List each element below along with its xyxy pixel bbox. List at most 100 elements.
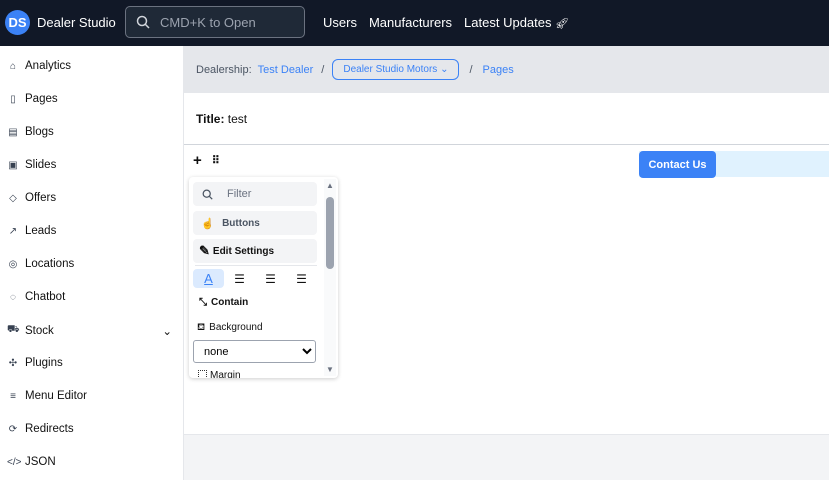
- sidebar-item-label: Analytics: [25, 60, 72, 72]
- drag-handle[interactable]: ⠿: [212, 154, 220, 169]
- sidebar-item-label: Redirects: [25, 423, 74, 435]
- puzzle-icon: ✣: [8, 357, 18, 369]
- sidebar-item-label: Locations: [25, 258, 75, 270]
- top-bar: DS Dealer Studio CMD+K to Open Users Man…: [0, 0, 829, 46]
- sidebar-item-blogs[interactable]: ▤ Blogs: [7, 126, 172, 138]
- sidebar-item-slides[interactable]: ▣ Slides: [7, 159, 172, 171]
- sidebar-item-menu-editor[interactable]: ≡ Menu Editor: [7, 390, 172, 402]
- sidebar-item-stock[interactable]: ⛟ Stock ⌄: [7, 324, 172, 338]
- align-left-button[interactable]: ☰: [224, 269, 255, 288]
- rocket-icon: 🚀︎: [555, 18, 570, 30]
- chat-icon: ◌: [10, 291, 16, 303]
- background-select[interactable]: none: [193, 340, 316, 363]
- text-color-button[interactable]: A: [193, 269, 224, 288]
- file-icon: ▯: [10, 93, 16, 105]
- breadcrumb: Dealership: Test Dealer / Dealer Studio …: [184, 46, 829, 93]
- contain-label: Contain: [211, 297, 249, 308]
- sidebar-item-label: Menu Editor: [25, 390, 88, 402]
- margin-label: Margin: [210, 370, 241, 378]
- site-selector[interactable]: Dealer Studio Motors ⌄: [332, 59, 460, 80]
- nav-latest-updates-label: Latest Updates: [464, 15, 552, 30]
- search-placeholder: CMD+K to Open: [160, 14, 256, 30]
- contain-toggle[interactable]: ⤡ Contain: [199, 297, 248, 308]
- block-settings-panel: Filter ☝ Buttons ✎ Edit Settings A ☰ ☰ ☰…: [189, 177, 338, 378]
- edit-settings-button[interactable]: ✎ Edit Settings: [193, 239, 317, 263]
- title-value[interactable]: test: [228, 112, 247, 126]
- chevron-down-icon: ⌄: [440, 64, 449, 75]
- breadcrumb-separator: /: [469, 63, 473, 76]
- sidebar-item-pages[interactable]: ▯ Pages: [7, 93, 172, 105]
- pin-icon: ◎: [8, 258, 18, 270]
- breadcrumb-label: Dealership:: [196, 63, 252, 76]
- sidebar-item-label: Chatbot: [25, 291, 66, 303]
- page-title-row: Title: test: [184, 93, 829, 145]
- code-icon: </>: [7, 456, 22, 468]
- align-right-icon: ☰: [296, 271, 307, 286]
- sidebar-item-label: Stock: [25, 324, 54, 337]
- sidebar-item-label: JSON: [25, 456, 56, 468]
- search-icon: [202, 189, 213, 200]
- sidebar-item-locations[interactable]: ◎ Locations: [7, 258, 172, 270]
- divider: [195, 265, 317, 266]
- trend-icon: ↗: [8, 225, 18, 237]
- collapse-icon: ⤡: [199, 297, 207, 308]
- paint-bucket-icon: ⛾: [197, 322, 206, 333]
- nav-latest-updates[interactable]: Latest Updates 🚀︎: [464, 15, 569, 30]
- breadcrumb-dealer-link[interactable]: Test Dealer: [258, 64, 314, 76]
- buttons-label: Buttons: [222, 217, 260, 229]
- background-label-row: ⛾ Background: [197, 322, 263, 335]
- chevron-down-icon[interactable]: ⌄: [162, 324, 172, 338]
- scrollbar-thumb[interactable]: [326, 197, 334, 269]
- edit-settings-label: Edit Settings: [212, 245, 275, 257]
- scroll-down-arrow[interactable]: ▼: [326, 365, 334, 374]
- sidebar-item-label: Plugins: [25, 357, 63, 369]
- sidebar-item-leads[interactable]: ↗ Leads: [7, 225, 172, 237]
- align-right-button[interactable]: ☰: [286, 269, 317, 288]
- margin-label-row: Margin: [198, 370, 241, 378]
- sidebar-item-label: Offers: [25, 192, 57, 204]
- brand-name[interactable]: Dealer Studio: [37, 15, 116, 30]
- add-block-button[interactable]: +: [193, 152, 202, 169]
- filter-input[interactable]: Filter: [193, 182, 317, 206]
- newspaper-icon: ▤: [8, 126, 18, 138]
- align-left-icon: ☰: [234, 271, 245, 286]
- pointer-icon: ☝: [201, 217, 215, 230]
- edit-icon: ✎: [199, 243, 210, 258]
- home-icon: ⌂: [9, 60, 17, 72]
- margin-icon: [198, 370, 207, 378]
- align-center-button[interactable]: ☰: [255, 269, 286, 288]
- menu-icon: ≡: [10, 390, 16, 402]
- car-icon: ⛟: [7, 324, 20, 335]
- sidebar-item-chatbot[interactable]: ◌ Chatbot: [7, 291, 172, 303]
- nav-manufacturers[interactable]: Manufacturers: [369, 15, 452, 30]
- sidebar-item-label: Blogs: [25, 126, 54, 138]
- breadcrumb-pages-link[interactable]: Pages: [483, 64, 514, 76]
- images-icon: ▣: [8, 159, 18, 171]
- tag-icon: ◇: [9, 192, 17, 204]
- sidebar-item-offers[interactable]: ◇ Offers: [7, 192, 172, 204]
- background-label: Background: [209, 322, 263, 333]
- sidebar-item-label: Pages: [25, 93, 58, 105]
- redirect-icon: ⟳: [8, 423, 18, 435]
- logo[interactable]: DS: [5, 10, 30, 35]
- sidebar-item-label: Slides: [25, 159, 57, 171]
- sidebar-item-json[interactable]: </> JSON: [7, 456, 172, 468]
- sidebar-item-label: Leads: [25, 225, 57, 237]
- buttons-category[interactable]: ☝ Buttons: [193, 211, 317, 235]
- sidebar: ⌂ Analytics ▯ Pages ▤ Blogs ▣ Slides ◇ Offers ↗ Lea…: [0, 46, 184, 480]
- align-center-icon: ☰: [265, 271, 276, 286]
- filter-placeholder: Filter: [227, 188, 252, 200]
- search-input[interactable]: CMD+K to Open: [125, 6, 305, 38]
- contact-us-button[interactable]: Contact Us: [639, 151, 716, 178]
- footer-area: [184, 434, 829, 480]
- sidebar-item-plugins[interactable]: ✣ Plugins: [7, 357, 172, 369]
- nav-users[interactable]: Users: [323, 15, 357, 30]
- site-selector-label: Dealer Studio Motors: [343, 64, 438, 75]
- panel-scrollbar[interactable]: ▲ ▼: [324, 179, 336, 376]
- breadcrumb-separator: /: [321, 63, 325, 76]
- search-icon: [136, 15, 150, 29]
- title-label: Title:: [196, 112, 225, 126]
- sidebar-item-analytics[interactable]: ⌂ Analytics: [7, 60, 172, 72]
- sidebar-item-redirects[interactable]: ⟳ Redirects: [7, 423, 172, 435]
- scroll-up-arrow[interactable]: ▲: [326, 181, 334, 190]
